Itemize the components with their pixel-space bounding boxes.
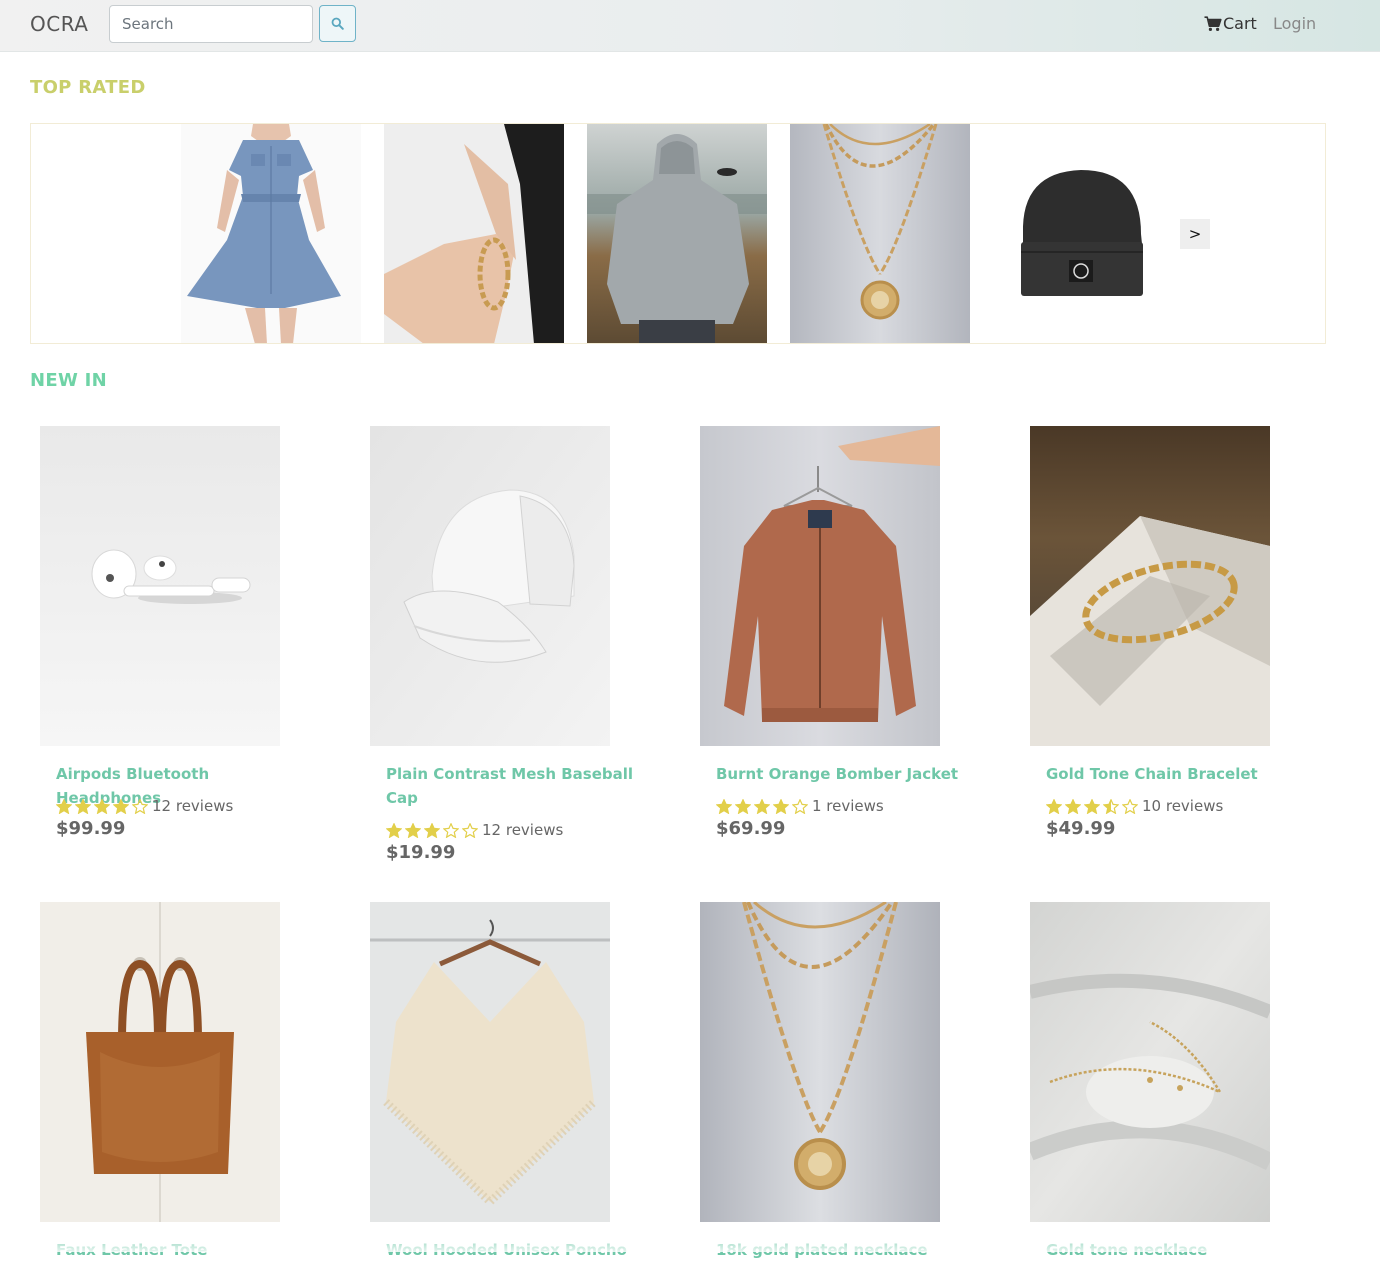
chain-bracelet-photo [1030,426,1270,746]
airpods-photo [40,426,280,746]
product-rating: 1 reviews [716,794,884,818]
product-card[interactable]: Wool Hooded Unisex Poncho [370,902,660,1259]
star-filled-icon [94,798,110,814]
product-name[interactable]: Plain Contrast Mesh Baseball Cap [386,762,646,810]
star-empty-icon [132,798,148,814]
star-filled-icon [1065,798,1081,814]
gold-tone-necklace-photo [1030,902,1270,1222]
cart-link[interactable]: Cart [1204,14,1257,33]
poncho-photo [370,902,610,1222]
star-filled-icon [1046,798,1062,814]
star-empty-icon [443,822,459,838]
product-image[interactable] [370,902,610,1222]
star-filled-icon [405,822,421,838]
carousel-slide-beanie[interactable] [993,124,1173,343]
product-card[interactable]: Gold Tone Chain Bracelet 10 reviews $49.… [1030,426,1320,876]
star-filled-icon [386,822,402,838]
product-card[interactable]: 18k gold plated necklace [700,902,990,1259]
star-empty-icon [462,822,478,838]
brand-logo[interactable]: OCRA [30,12,88,36]
denim-dress-photo [181,124,361,343]
product-image[interactable] [40,426,280,746]
product-image[interactable] [1030,902,1270,1222]
product-image[interactable] [370,426,610,746]
star-filled-icon [75,798,91,814]
product-price: $19.99 [386,842,456,863]
product-price: $49.99 [1046,818,1116,839]
product-card[interactable]: Faux Leather Tote [40,902,330,1259]
star-empty-icon [792,798,808,814]
review-count: 1 reviews [812,797,884,815]
star-empty-icon [1122,798,1138,814]
review-count: 12 reviews [482,821,564,839]
grey-hoodie-photo [587,124,767,343]
carousel-slide-denim-dress[interactable] [181,124,361,343]
review-count: 10 reviews [1142,797,1224,815]
product-rating: 12 reviews [386,818,563,842]
star-filled-icon [754,798,770,814]
star-filled-icon [424,822,440,838]
star-rating [56,798,148,814]
product-rating: 12 reviews [56,794,233,818]
product-card[interactable]: Plain Contrast Mesh Baseball Cap 12 revi… [370,426,660,876]
product-image[interactable] [700,902,940,1222]
black-beanie-photo [993,124,1173,343]
product-image[interactable] [40,902,280,1222]
product-card[interactable]: Gold tone necklace [1030,902,1320,1259]
star-half-icon [1103,798,1119,814]
product-rating: 10 reviews [1046,794,1223,818]
star-filled-icon [773,798,789,814]
top-rated-carousel: > [30,123,1326,344]
product-image[interactable] [1030,426,1270,746]
top-rated-title: TOP RATED [30,77,146,98]
shopping-cart-icon [1204,15,1222,31]
star-rating [386,822,478,838]
product-card[interactable]: Airpods Bluetooth Headphones 12 reviews … [40,426,330,876]
star-rating [1046,798,1138,814]
review-count: 12 reviews [152,797,234,815]
bomber-jacket-photo [700,426,940,746]
white-cap-photo [370,426,610,746]
star-filled-icon [735,798,751,814]
navbar: OCRA Cart Login [0,0,1380,52]
cart-label: Cart [1223,14,1257,33]
product-image[interactable] [700,426,940,746]
carousel-slide-necklace[interactable] [790,124,970,343]
carousel-slide-hoodie[interactable] [587,124,767,343]
gold-bracelet-wrist-photo [384,124,564,343]
search-input[interactable] [109,5,313,43]
product-name[interactable]: Gold Tone Chain Bracelet [1046,762,1306,786]
login-link[interactable]: Login [1273,14,1316,33]
product-price: $99.99 [56,818,126,839]
product-name[interactable]: Burnt Orange Bomber Jacket [716,762,976,786]
search-button[interactable] [319,5,356,42]
scroll-fade [0,1232,1380,1252]
carousel-next-button[interactable]: > [1180,219,1210,249]
star-filled-icon [716,798,732,814]
gold-necklace-photo [790,124,970,343]
star-filled-icon [1084,798,1100,814]
star-rating [716,798,808,814]
search-icon [331,17,344,30]
star-filled-icon [113,798,129,814]
carousel-slide-bracelet[interactable] [384,124,564,343]
product-price: $69.99 [716,818,786,839]
product-card[interactable]: Burnt Orange Bomber Jacket 1 reviews $69… [700,426,990,876]
leather-tote-photo [40,902,280,1222]
gold-plated-necklace-photo [700,902,940,1222]
star-filled-icon [56,798,72,814]
new-in-title: NEW IN [30,370,108,391]
